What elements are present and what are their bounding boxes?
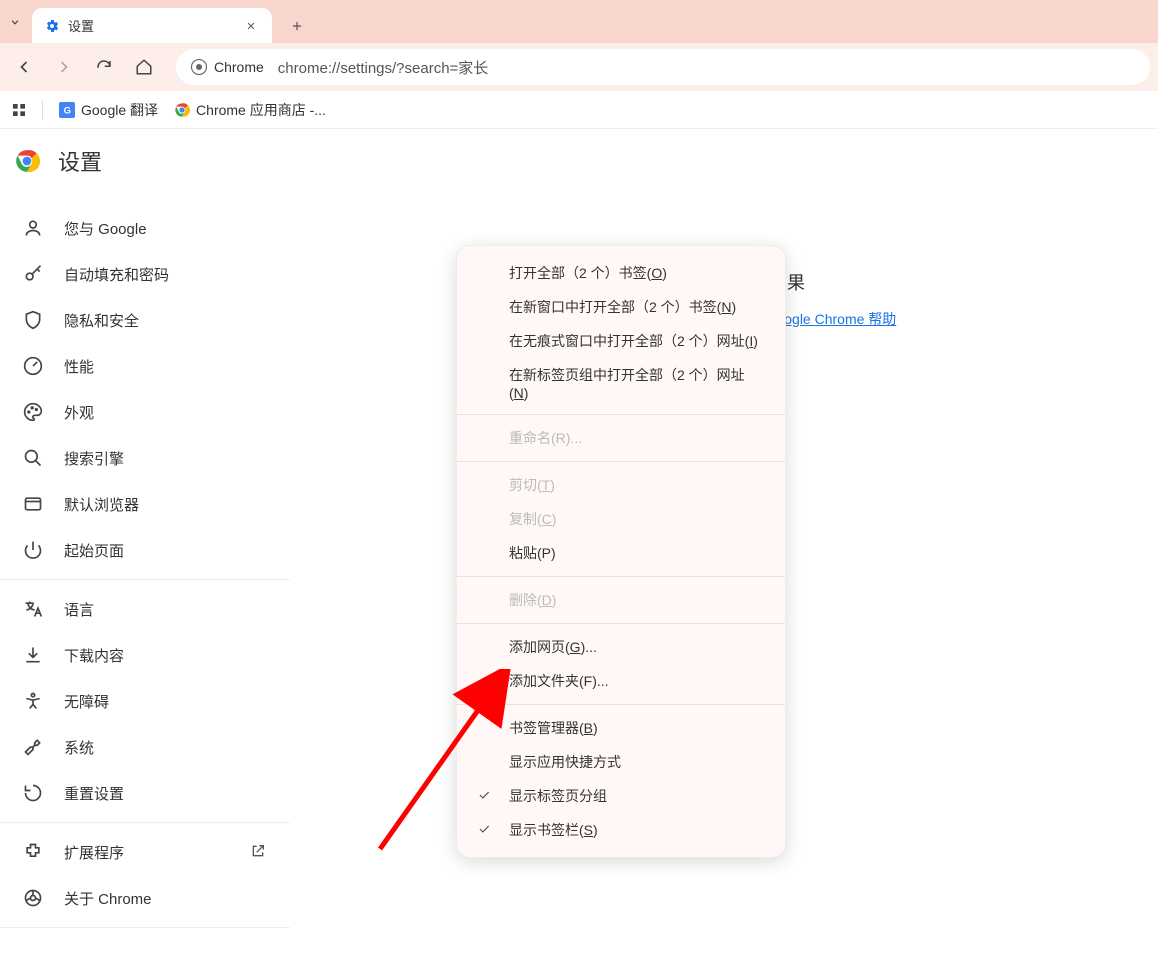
home-button[interactable] — [128, 51, 160, 83]
key-icon — [22, 263, 44, 285]
settings-sidebar: 您与 Google 自动填充和密码隐私和安全性能外观搜索引擎默认浏览器起始页面语言… — [0, 129, 290, 964]
sidebar-item[interactable]: 自动填充和密码 — [0, 251, 290, 297]
context-menu-item[interactable]: 显示应用快捷方式 — [457, 745, 785, 779]
bookmark-google-translate[interactable]: G Google 翻译 — [55, 100, 162, 120]
context-menu-item[interactable]: 在新窗口中打开全部（2 个）书签(N) — [457, 290, 785, 324]
forward-button[interactable] — [48, 51, 80, 83]
sidebar-item-label: 无障碍 — [64, 691, 109, 712]
bookmarks-bar: G Google 翻译 Chrome 应用商店 -... — [0, 91, 1158, 129]
check-icon — [477, 788, 493, 804]
context-menu-item[interactable]: 添加网页(G)... — [457, 630, 785, 664]
sidebar-item-label: 语言 — [64, 599, 94, 620]
context-menu-item[interactable]: 显示书签栏(S) — [457, 813, 785, 847]
sidebar-item-label: 起始页面 — [64, 540, 124, 561]
sidebar-item-label: 扩展程序 — [64, 842, 124, 863]
sidebar-item[interactable]: 扩展程序 — [0, 829, 290, 875]
settings-header: 设置 — [0, 129, 102, 193]
download-icon — [22, 644, 44, 666]
context-menu-item[interactable]: 书签管理器(B) — [457, 711, 785, 745]
sidebar-item-label: 下载内容 — [64, 645, 124, 666]
context-menu-item[interactable]: 显示标签页分组 — [457, 779, 785, 813]
sidebar-item-label: 您与 Google — [64, 218, 147, 239]
speed-icon — [22, 355, 44, 377]
toolbar: Chrome chrome://settings/?search=家长 — [0, 43, 1158, 91]
tab-search-dropdown[interactable] — [0, 0, 30, 43]
browser-tab[interactable]: 设置 — [32, 8, 272, 43]
sidebar-item-label: 外观 — [64, 402, 94, 423]
chrome-icon — [190, 58, 208, 76]
close-icon[interactable] — [242, 17, 260, 35]
gear-icon — [44, 18, 60, 34]
tab-strip: 设置 — [0, 0, 1158, 43]
sidebar-item-label: 隐私和安全 — [64, 310, 139, 331]
sidebar-item[interactable]: 默认浏览器 — [0, 481, 290, 527]
context-menu-item: 重命名(R)... — [457, 421, 785, 455]
sidebar-item-label: 性能 — [64, 356, 94, 377]
page-title: 设置 — [58, 145, 102, 177]
translate-icon — [22, 598, 44, 620]
context-menu-item[interactable]: 粘贴(P) — [457, 536, 785, 570]
accessibility-icon — [22, 690, 44, 712]
wrench-icon — [22, 736, 44, 758]
check-icon — [477, 822, 493, 838]
omnibox[interactable]: Chrome chrome://settings/?search=家长 — [176, 49, 1150, 85]
context-menu-item[interactable]: 在无痕式窗口中打开全部（2 个）网址(I) — [457, 324, 785, 358]
sidebar-item[interactable]: 系统 — [0, 724, 290, 770]
chrome-logo-icon — [14, 148, 40, 174]
power-icon — [22, 539, 44, 561]
chrome-icon — [22, 887, 44, 909]
bookmark-chrome-webstore[interactable]: Chrome 应用商店 -... — [170, 100, 330, 120]
sidebar-item[interactable]: 外观 — [0, 389, 290, 435]
context-menu-item[interactable]: 打开全部（2 个）书签(O) — [457, 256, 785, 290]
separator — [42, 100, 43, 120]
external-link-icon — [250, 843, 268, 861]
sidebar-item[interactable]: 关于 Chrome — [0, 875, 290, 921]
settings-page: 设置 您与 Google 自动填充和密码隐私和安全性能外观搜索引擎默认浏览器起始页… — [0, 129, 1158, 964]
reset-icon — [22, 782, 44, 804]
sidebar-item[interactable]: 下载内容 — [0, 632, 290, 678]
sidebar-item[interactable]: 搜索引擎 — [0, 435, 290, 481]
context-menu-item: 剪切(T) — [457, 468, 785, 502]
apps-icon[interactable] — [8, 99, 30, 121]
browser-icon — [22, 493, 44, 515]
webstore-favicon — [174, 102, 190, 118]
sidebar-item[interactable]: 隐私和安全 — [0, 297, 290, 343]
shield-icon — [22, 309, 44, 331]
url-text: chrome://settings/?search=家长 — [278, 57, 489, 78]
sidebar-item[interactable]: 重置设置 — [0, 770, 290, 816]
user-icon — [22, 217, 44, 239]
sidebar-item-label: 重置设置 — [64, 783, 124, 804]
palette-icon — [22, 401, 44, 423]
translate-favicon: G — [59, 102, 75, 118]
svg-text:G: G — [64, 105, 71, 115]
sidebar-item[interactable]: 语言 — [0, 586, 290, 632]
context-menu-item[interactable]: 在新标签页组中打开全部（2 个）网址(N) — [457, 358, 785, 408]
chrome-chip: Chrome — [190, 58, 264, 76]
context-menu-item: 复制(C) — [457, 502, 785, 536]
sidebar-item[interactable]: 您与 Google — [0, 205, 290, 251]
sidebar-item[interactable]: 性能 — [0, 343, 290, 389]
sidebar-item-label: 搜索引擎 — [64, 448, 124, 469]
new-tab-button[interactable] — [282, 11, 312, 41]
sidebar-item-label: 默认浏览器 — [64, 494, 139, 515]
sidebar-item-label: 系统 — [64, 737, 94, 758]
context-menu: 打开全部（2 个）书签(O)在新窗口中打开全部（2 个）书签(N)在无痕式窗口中… — [456, 245, 786, 858]
search-icon — [22, 447, 44, 469]
context-menu-item: 删除(D) — [457, 583, 785, 617]
sidebar-item-label: 自动填充和密码 — [64, 264, 169, 285]
extension-icon — [22, 841, 44, 863]
context-menu-item[interactable]: 添加文件夹(F)... — [457, 664, 785, 698]
sidebar-item-label: 关于 Chrome — [64, 888, 152, 909]
reload-button[interactable] — [88, 51, 120, 83]
tab-title: 设置 — [68, 16, 234, 35]
sidebar-item[interactable]: 无障碍 — [0, 678, 290, 724]
back-button[interactable] — [8, 51, 40, 83]
sidebar-item[interactable]: 起始页面 — [0, 527, 290, 573]
